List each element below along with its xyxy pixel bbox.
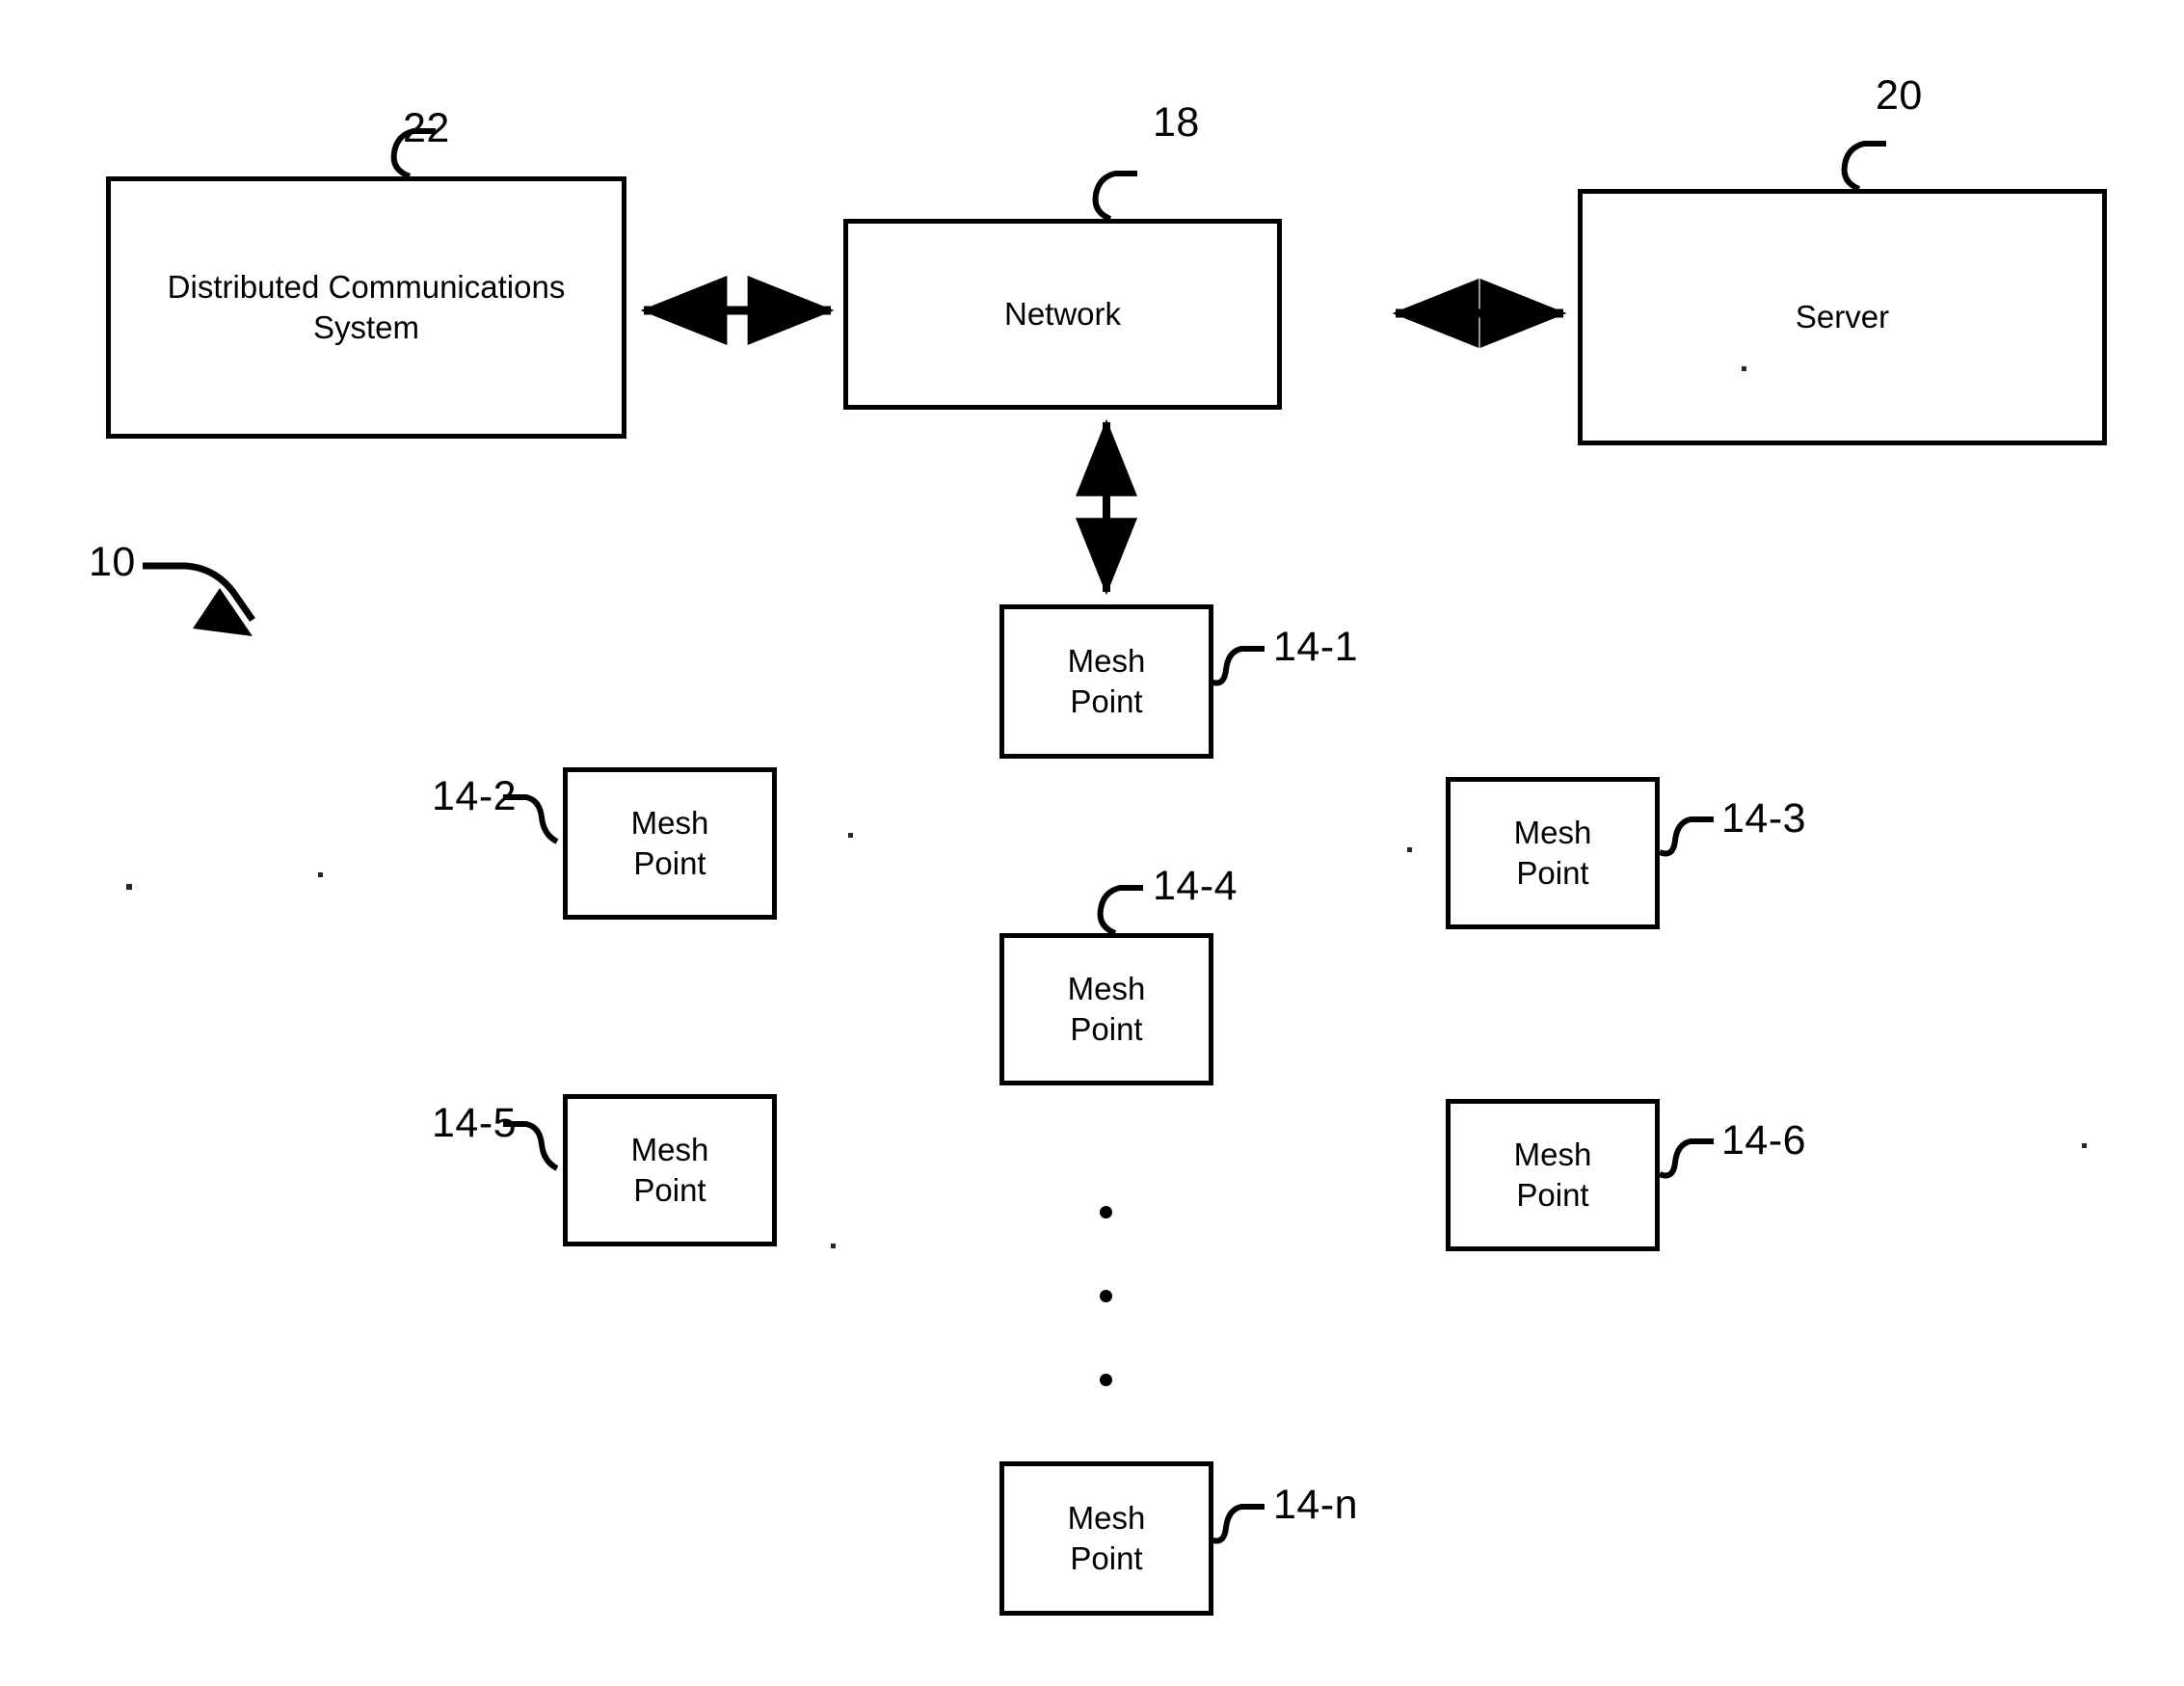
node-label-mesh-3: Mesh Point xyxy=(1513,814,1592,891)
ref-label-14-1: 14-1 xyxy=(1273,624,1359,670)
ref-label-18: 18 xyxy=(1153,99,1200,146)
leader-ref-14-4 xyxy=(1097,885,1143,936)
node-label-network: Network xyxy=(1003,295,1122,332)
node-mesh-point-14-5[interactable]: Mesh Point xyxy=(563,1094,777,1246)
leader-system-10 xyxy=(143,562,255,636)
ref-label-14-n: 14-n xyxy=(1273,1482,1359,1528)
node-mesh-point-14-4[interactable]: Mesh Point xyxy=(999,933,1213,1085)
scan-speck xyxy=(1742,366,1746,371)
node-mesh-point-14-3[interactable]: Mesh Point xyxy=(1446,777,1660,929)
leader-ref-14-3 xyxy=(1658,816,1714,857)
ref-label-14-5: 14-5 xyxy=(432,1100,518,1146)
ellipsis-dot xyxy=(1100,1374,1112,1386)
leader-ref-14-6 xyxy=(1658,1138,1714,1179)
node-distributed-communications-system[interactable]: Distributed Communications System xyxy=(106,176,626,439)
ref-label-14-3: 14-3 xyxy=(1721,795,1807,842)
node-label-dcs: Distributed Communications System xyxy=(167,268,566,345)
scan-speck xyxy=(126,884,132,890)
scan-speck xyxy=(2082,1143,2087,1148)
patent-figure-canvas: Distributed Communications System 22 Net… xyxy=(0,0,2184,1686)
node-label-mesh-6: Mesh Point xyxy=(1513,1136,1592,1213)
leader-ref-18 xyxy=(1092,171,1137,222)
node-mesh-point-14-n[interactable]: Mesh Point xyxy=(999,1461,1213,1616)
ellipsis-dot xyxy=(1100,1206,1112,1218)
node-label-mesh-4: Mesh Point xyxy=(1067,970,1146,1047)
ref-label-10: 10 xyxy=(89,539,136,585)
ellipsis-dot xyxy=(1100,1290,1112,1302)
scan-speck xyxy=(831,1244,836,1248)
node-label-mesh-2: Mesh Point xyxy=(630,804,709,881)
ref-label-14-4: 14-4 xyxy=(1153,863,1238,909)
node-label-mesh-n: Mesh Point xyxy=(1067,1499,1146,1576)
node-label-server: Server xyxy=(1795,298,1890,335)
node-mesh-point-14-6[interactable]: Mesh Point xyxy=(1446,1099,1660,1251)
node-label-mesh-1: Mesh Point xyxy=(1067,642,1146,719)
node-mesh-point-14-1[interactable]: Mesh Point xyxy=(999,604,1213,759)
node-network[interactable]: Network xyxy=(843,219,1282,410)
leader-ref-20 xyxy=(1841,141,1886,192)
scan-speck xyxy=(318,872,323,877)
ref-label-20: 20 xyxy=(1876,72,1923,119)
leader-ref-14-1 xyxy=(1209,646,1265,686)
ref-label-14-2: 14-2 xyxy=(432,773,518,819)
ref-label-14-6: 14-6 xyxy=(1721,1117,1807,1164)
node-server[interactable]: Server xyxy=(1578,189,2107,445)
scan-speck xyxy=(848,833,853,838)
node-label-mesh-5: Mesh Point xyxy=(630,1131,709,1208)
ref-label-22: 22 xyxy=(403,105,450,151)
leader-ref-14-n xyxy=(1209,1504,1265,1544)
node-mesh-point-14-2[interactable]: Mesh Point xyxy=(563,767,777,920)
scan-speck xyxy=(1407,847,1412,852)
